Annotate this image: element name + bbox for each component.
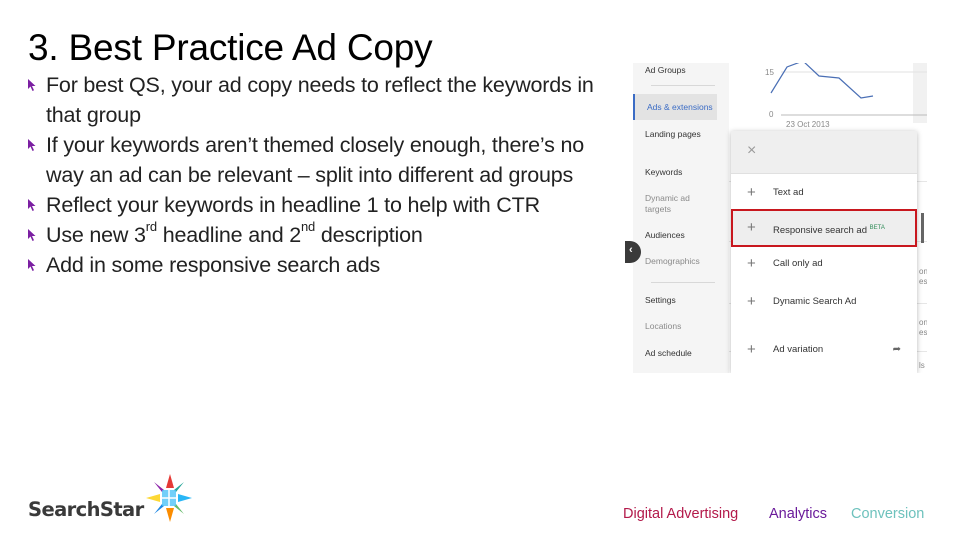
plus-icon: + bbox=[747, 293, 756, 310]
share-arrow-icon: ➦ bbox=[892, 344, 901, 355]
sidebar-divider bbox=[651, 85, 715, 86]
cursor-arrow-bullet-icon bbox=[28, 139, 36, 151]
truncated-text: on es bbox=[919, 267, 927, 286]
beta-badge: BETA bbox=[869, 225, 885, 231]
plus-icon: + bbox=[747, 184, 756, 201]
superscript-nd: nd bbox=[301, 218, 316, 234]
bullet-item: Reflect your keywords in headline 1 to h… bbox=[28, 190, 608, 220]
sidebar-item-keywords[interactable]: Keywords bbox=[645, 167, 682, 178]
searchstar-logo: SearchStar bbox=[28, 474, 193, 524]
google-ads-screenshot: Ad Groups Ads & extensions Landing pages… bbox=[633, 63, 927, 373]
bullet-text-mid: headline and 2 bbox=[156, 223, 301, 247]
menu-item-call-only-ad[interactable]: + Call only ad bbox=[731, 249, 917, 279]
compass-star-icon bbox=[146, 474, 192, 522]
performance-line-chart bbox=[770, 63, 927, 123]
plus-icon: + bbox=[747, 255, 756, 272]
sidebar-item-dynamic-ad-targets[interactable]: Dynamic ad targets bbox=[645, 193, 705, 215]
sidebar-item-landing-pages[interactable]: Landing pages bbox=[645, 129, 701, 140]
sidebar-item-settings[interactable]: Settings bbox=[645, 295, 676, 306]
bullet-text: For best QS, your ad copy needs to refle… bbox=[46, 73, 594, 127]
logo-wordmark: SearchStar bbox=[28, 498, 144, 521]
sidebar-item-audiences[interactable]: Audiences bbox=[645, 230, 685, 241]
sidebar: Ad Groups Ads & extensions Landing pages… bbox=[633, 63, 729, 373]
chevron-left-icon: ‹ bbox=[629, 244, 633, 256]
menu-header: × bbox=[731, 131, 917, 174]
superscript-rd: rd bbox=[145, 218, 157, 234]
truncated-text: on es bbox=[919, 318, 927, 337]
bullet-text: Add in some responsive search ads bbox=[46, 253, 380, 277]
scroll-indicator[interactable] bbox=[921, 213, 924, 243]
bullet-text: If your keywords aren’t themed closely e… bbox=[46, 133, 584, 187]
bullet-item: If your keywords aren’t themed closely e… bbox=[28, 130, 608, 190]
bullet-text: Reflect your keywords in headline 1 to h… bbox=[46, 193, 540, 217]
bullet-item: Add in some responsive search ads bbox=[28, 250, 608, 280]
cursor-arrow-bullet-icon bbox=[28, 199, 36, 211]
close-icon[interactable]: × bbox=[747, 143, 756, 159]
menu-item-label: Responsive search ad bbox=[773, 225, 867, 237]
slide-title: 3. Best Practice Ad Copy bbox=[28, 27, 433, 68]
new-ad-type-menu: × + Text ad + Responsive search ad BETA … bbox=[731, 131, 917, 373]
sidebar-item-demographics[interactable]: Demographics bbox=[645, 256, 700, 267]
menu-item-dynamic-search-ad[interactable]: + Dynamic Search Ad bbox=[731, 287, 917, 317]
sidebar-item-locations[interactable]: Locations bbox=[645, 321, 681, 332]
sidebar-item-ads-extensions[interactable]: Ads & extensions bbox=[633, 94, 717, 120]
truncated-text: ls bbox=[919, 361, 925, 370]
sidebar-item-ad-groups[interactable]: Ad Groups bbox=[645, 65, 686, 76]
bullet-item: For best QS, your ad copy needs to refle… bbox=[28, 70, 608, 130]
bullet-text-pre: Use new 3 bbox=[46, 223, 146, 247]
bullet-text-post: description bbox=[315, 223, 423, 247]
plus-icon: + bbox=[747, 341, 756, 358]
footer-digital-advertising: Digital Advertising bbox=[623, 506, 739, 522]
menu-item-responsive-search-ad[interactable]: + Responsive search ad BETA bbox=[731, 209, 917, 247]
footer-conversion: Conversion bbox=[851, 506, 925, 522]
menu-item-ad-variation[interactable]: + Ad variation ➦ bbox=[731, 335, 917, 365]
bullet-item: Use new 3rd headline and 2nd description bbox=[28, 220, 608, 250]
cursor-arrow-bullet-icon bbox=[28, 79, 36, 91]
sidebar-item-ad-schedule[interactable]: Ad schedule bbox=[645, 348, 692, 359]
chart-series-line bbox=[770, 63, 874, 99]
sidebar-divider bbox=[651, 282, 715, 283]
menu-item-text-ad[interactable]: + Text ad bbox=[731, 178, 917, 208]
bullet-list: For best QS, your ad copy needs to refle… bbox=[28, 70, 608, 280]
cursor-arrow-bullet-icon bbox=[28, 229, 36, 241]
footer-analytics: Analytics bbox=[769, 506, 828, 522]
plus-icon: + bbox=[747, 219, 756, 236]
cursor-arrow-bullet-icon bbox=[28, 259, 36, 271]
